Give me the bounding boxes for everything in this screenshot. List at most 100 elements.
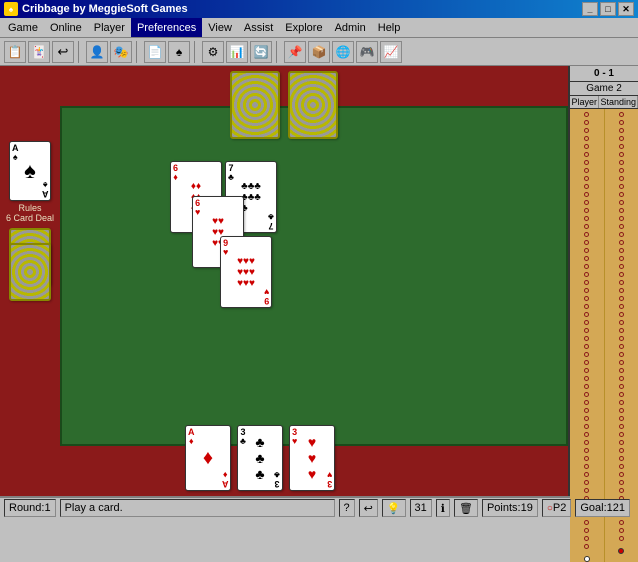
toolbar-deal[interactable]: 🃏: [28, 41, 50, 63]
score-dot: [619, 224, 624, 229]
close-button[interactable]: ✕: [618, 2, 634, 16]
score-dot: [584, 184, 589, 189]
game-area: A♠ ♠ A♠ Rules 6 Card Deal 6♦ ♦♦♦♦♦♦ 6♦: [0, 66, 638, 496]
goal-label: Goal:121: [580, 502, 625, 514]
player-card-3c[interactable]: 3♣ ♣♣♣ 3♣: [237, 425, 283, 491]
player-label: P2: [553, 502, 566, 514]
crib-deal-label: 6 Card Deal: [6, 213, 54, 223]
score-dot: [619, 432, 624, 437]
menu-admin[interactable]: Admin: [329, 18, 372, 37]
crib-face-card[interactable]: A♠ ♠ A♠: [9, 141, 51, 201]
score-dot: [619, 160, 624, 165]
score-dot: [619, 184, 624, 189]
menu-game[interactable]: Game: [2, 18, 44, 37]
score-dot: [584, 312, 589, 317]
score-dot: [584, 176, 589, 181]
score-dot: [584, 128, 589, 133]
toolbar-pin[interactable]: 📌: [284, 41, 306, 63]
score-standing-column: [605, 109, 638, 562]
score-dot: [584, 280, 589, 285]
score-dot: [584, 224, 589, 229]
toolbar-box[interactable]: 📦: [308, 41, 330, 63]
score-dot: [584, 360, 589, 365]
score-dot: [619, 408, 624, 413]
score-dot: [584, 344, 589, 349]
score-dot: [619, 264, 624, 269]
opponent-card-2[interactable]: [288, 71, 338, 139]
player-hand: A♦ ♦ A♦ 3♣ ♣♣♣ 3♣ 3♥ ♥♥♥ 3♥: [185, 425, 335, 491]
toolbar-chart[interactable]: 📈: [380, 41, 402, 63]
maximize-button[interactable]: □: [600, 2, 616, 16]
toolbar-web[interactable]: 🌐: [332, 41, 354, 63]
score-dot: [584, 168, 589, 173]
toolbar-doc[interactable]: 📄: [144, 41, 166, 63]
score-dot: [619, 352, 624, 357]
score-dot: [584, 136, 589, 141]
toolbar-sep4: [276, 41, 280, 63]
score-dot: [584, 384, 589, 389]
score-dot: [619, 320, 624, 325]
toolbar-player[interactable]: 👤: [86, 41, 108, 63]
menu-view[interactable]: View: [202, 18, 238, 37]
score-dot: [619, 152, 624, 157]
score-dot: [584, 352, 589, 357]
score-dot: [584, 192, 589, 197]
toolbar-undo[interactable]: ↩: [52, 41, 74, 63]
score-dot: [584, 408, 589, 413]
toolbar-game[interactable]: 🎮: [356, 41, 378, 63]
score-dot: [619, 368, 624, 373]
menu-preferences[interactable]: Preferences: [131, 18, 202, 37]
score-col-standing: Standing: [599, 96, 638, 108]
score-dot: [619, 528, 624, 533]
statusbar: Round:1 Play a card. ? ↩ 💡 31 ℹ 🗑 Points…: [0, 496, 638, 518]
score-dot: [584, 440, 589, 445]
menu-player[interactable]: Player: [88, 18, 131, 37]
score-dot: [584, 544, 589, 549]
play-card-9h[interactable]: 9♥ ♥♥♥♥♥♥♥♥♥ 9♥: [220, 236, 272, 308]
crib-area: A♠ ♠ A♠ Rules 6 Card Deal: [0, 106, 60, 446]
score-dot: [619, 216, 624, 221]
score-dot: [584, 336, 589, 341]
score-dot: [619, 392, 624, 397]
score-dot: [584, 472, 589, 477]
menu-help[interactable]: Help: [372, 18, 407, 37]
menu-online[interactable]: Online: [44, 18, 88, 37]
score-dot: [619, 240, 624, 245]
score-dot: [584, 296, 589, 301]
score-dot: [619, 248, 624, 253]
score-dot: [619, 360, 624, 365]
player-card-3h[interactable]: 3♥ ♥♥♥ 3♥: [289, 425, 335, 491]
toolbar-card[interactable]: ♠: [168, 41, 190, 63]
toolbar-refresh[interactable]: 🔄: [250, 41, 272, 63]
score-dot: [584, 464, 589, 469]
score-dot: [619, 424, 624, 429]
titlebar: ♠ Cribbage by MeggieSoft Games _ □ ✕: [0, 0, 638, 18]
toolbar-settings[interactable]: ⚙: [202, 41, 224, 63]
player-card-ad[interactable]: A♦ ♦ A♦: [185, 425, 231, 491]
toolbar-face[interactable]: 🎭: [110, 41, 132, 63]
count-label: 31: [415, 502, 427, 514]
score-dot: [619, 168, 624, 173]
crib-card-back-2[interactable]: [9, 243, 51, 301]
minimize-button[interactable]: _: [582, 2, 598, 16]
score-dot: [584, 416, 589, 421]
score-dot: [584, 480, 589, 485]
score-dot: [584, 304, 589, 309]
score-game: Game 2: [570, 82, 638, 96]
score-dot: [584, 320, 589, 325]
toolbar-new[interactable]: 📋: [4, 41, 26, 63]
menu-assist[interactable]: Assist: [238, 18, 279, 37]
toolbar-stats[interactable]: 📊: [226, 41, 248, 63]
score-dot: [584, 240, 589, 245]
discard-icon: 🗑: [459, 502, 473, 515]
crib-rules-label: Rules: [18, 203, 41, 213]
score-dot: [619, 336, 624, 341]
score-dot: [619, 416, 624, 421]
score-dot: [584, 112, 589, 117]
undo-icon: ↩: [364, 502, 373, 515]
opponent-card-1[interactable]: [230, 71, 280, 139]
score-dot: [584, 376, 589, 381]
menu-explore[interactable]: Explore: [279, 18, 328, 37]
score-dot: [619, 280, 624, 285]
score-dot: [619, 200, 624, 205]
